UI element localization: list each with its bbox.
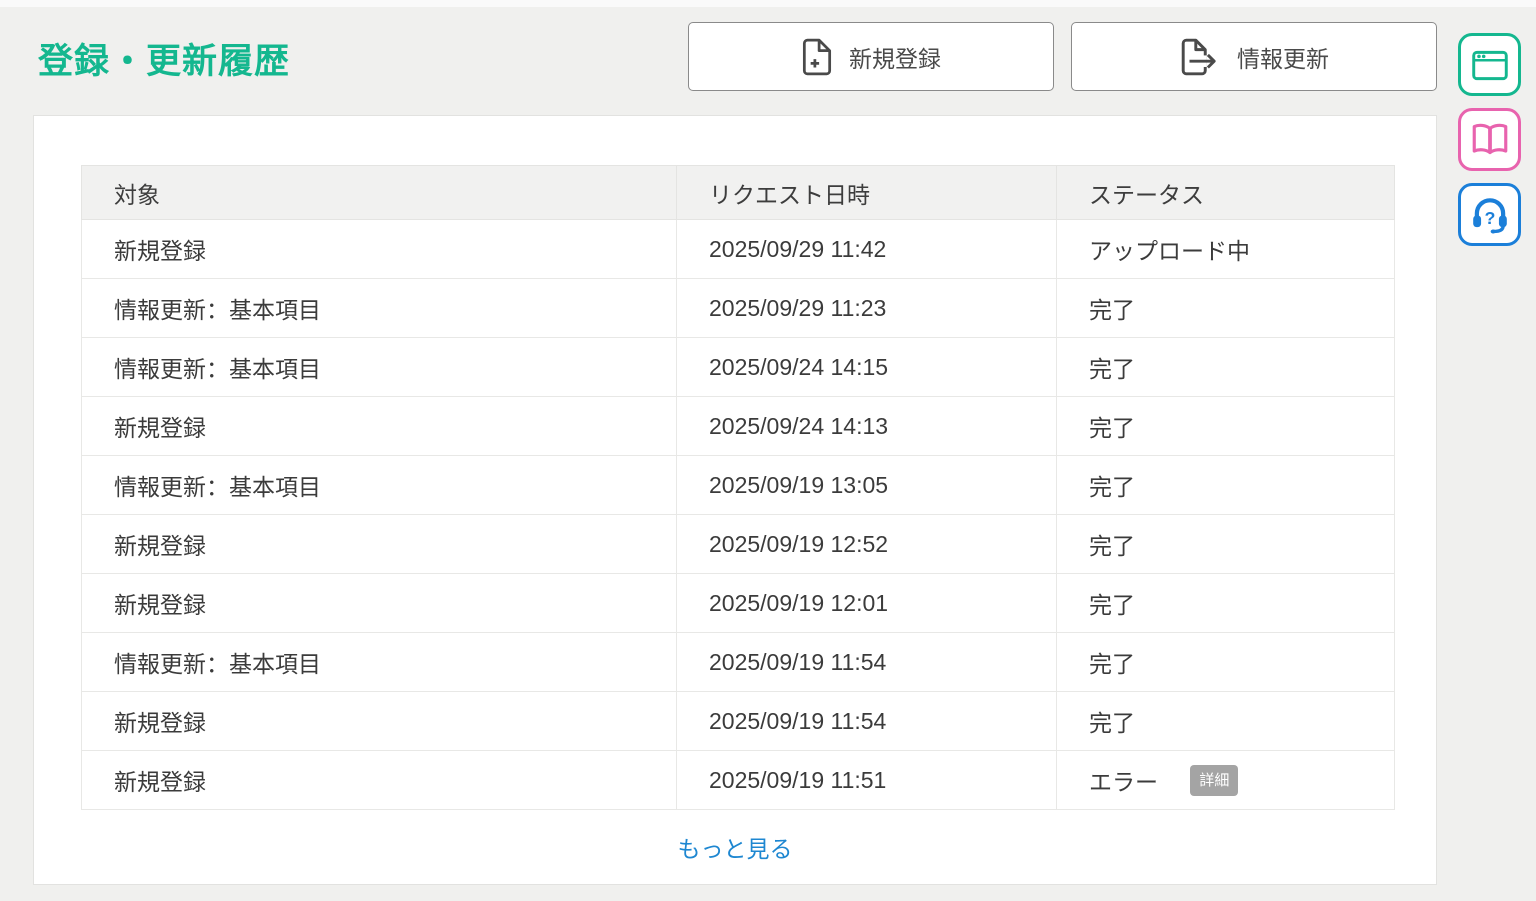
- cell-status: 完了: [1057, 574, 1395, 633]
- cell-target: 情報更新：基本項目: [82, 279, 677, 338]
- status-text: 完了: [1089, 474, 1135, 500]
- table-row: 新規登録 2025/09/19 11:51 エラー 詳細: [82, 751, 1395, 810]
- cell-status: 完了: [1057, 279, 1395, 338]
- file-export-icon: [1179, 38, 1221, 76]
- page-title: 登録・更新履歴: [38, 33, 290, 84]
- status-text: 完了: [1089, 710, 1135, 736]
- table-row: 情報更新：基本項目 2025/09/19 11:54 完了: [82, 633, 1395, 692]
- status-text: 完了: [1089, 415, 1135, 441]
- cell-target: 新規登録: [82, 692, 677, 751]
- cell-target: 新規登録: [82, 515, 677, 574]
- column-header-target: 対象: [82, 166, 677, 220]
- detail-button[interactable]: 詳細: [1190, 765, 1238, 796]
- history-table-body: 新規登録 2025/09/29 11:42 アップロード中 情報更新：基本項目 …: [82, 220, 1395, 810]
- history-panel: 対象 リクエスト日時 ステータス 新規登録 2025/09/29 11:42 ア…: [33, 115, 1437, 885]
- cell-status: 完了: [1057, 456, 1395, 515]
- history-table: 対象 リクエスト日時 ステータス 新規登録 2025/09/29 11:42 ア…: [81, 165, 1395, 810]
- column-header-status: ステータス: [1057, 166, 1395, 220]
- status-text: 完了: [1089, 356, 1135, 382]
- browser-window-icon[interactable]: [1458, 33, 1521, 96]
- cell-target: 新規登録: [82, 574, 677, 633]
- cell-requested-at: 2025/09/29 11:23: [677, 279, 1057, 338]
- cell-requested-at: 2025/09/19 12:01: [677, 574, 1057, 633]
- status-text: エラー: [1089, 769, 1158, 795]
- cell-status: 完了: [1057, 397, 1395, 456]
- new-registration-label: 新規登録: [849, 40, 941, 74]
- cell-target: 新規登録: [82, 397, 677, 456]
- table-row: 新規登録 2025/09/29 11:42 アップロード中: [82, 220, 1395, 279]
- more-link-container: もっと見る: [34, 830, 1436, 864]
- cell-requested-at: 2025/09/19 11:54: [677, 633, 1057, 692]
- table-row: 情報更新：基本項目 2025/09/29 11:23 完了: [82, 279, 1395, 338]
- table-row: 情報更新：基本項目 2025/09/24 14:15 完了: [82, 338, 1395, 397]
- file-plus-icon: [801, 38, 833, 76]
- info-update-label: 情報更新: [1237, 40, 1329, 74]
- table-row: 新規登録 2025/09/19 12:52 完了: [82, 515, 1395, 574]
- manual-book-icon[interactable]: [1458, 108, 1521, 171]
- cell-requested-at: 2025/09/19 12:52: [677, 515, 1057, 574]
- table-row: 新規登録 2025/09/19 12:01 完了: [82, 574, 1395, 633]
- cell-status: アップロード中: [1057, 220, 1395, 279]
- cell-requested-at: 2025/09/19 11:51: [677, 751, 1057, 810]
- table-row: 新規登録 2025/09/19 11:54 完了: [82, 692, 1395, 751]
- cell-target: 情報更新：基本項目: [82, 633, 677, 692]
- cell-target: 情報更新：基本項目: [82, 456, 677, 515]
- cell-status: エラー 詳細: [1057, 751, 1395, 810]
- status-text: 完了: [1089, 297, 1135, 323]
- cell-status: 完了: [1057, 633, 1395, 692]
- cell-target: 新規登録: [82, 220, 677, 279]
- show-more-link[interactable]: もっと見る: [678, 836, 793, 862]
- status-text: アップロード中: [1089, 238, 1250, 264]
- floating-sidebar: ?: [1458, 33, 1521, 246]
- cell-status: 完了: [1057, 692, 1395, 751]
- page-top-edge: [0, 0, 1536, 7]
- svg-text:?: ?: [1484, 207, 1495, 227]
- new-registration-button[interactable]: 新規登録: [688, 22, 1054, 91]
- cell-status: 完了: [1057, 515, 1395, 574]
- cell-requested-at: 2025/09/24 14:13: [677, 397, 1057, 456]
- table-row: 情報更新：基本項目 2025/09/19 13:05 完了: [82, 456, 1395, 515]
- status-text: 完了: [1089, 592, 1135, 618]
- info-update-button[interactable]: 情報更新: [1071, 22, 1437, 91]
- cell-requested-at: 2025/09/19 11:54: [677, 692, 1057, 751]
- cell-status: 完了: [1057, 338, 1395, 397]
- status-text: 完了: [1089, 533, 1135, 559]
- status-text: 完了: [1089, 651, 1135, 677]
- cell-requested-at: 2025/09/29 11:42: [677, 220, 1057, 279]
- column-header-requested-at: リクエスト日時: [677, 166, 1057, 220]
- cell-target: 新規登録: [82, 751, 677, 810]
- help-headset-icon[interactable]: ?: [1458, 183, 1521, 246]
- cell-requested-at: 2025/09/19 13:05: [677, 456, 1057, 515]
- table-row: 新規登録 2025/09/24 14:13 完了: [82, 397, 1395, 456]
- cell-requested-at: 2025/09/24 14:15: [677, 338, 1057, 397]
- cell-target: 情報更新：基本項目: [82, 338, 677, 397]
- history-table-header: 対象 リクエスト日時 ステータス: [82, 166, 1395, 220]
